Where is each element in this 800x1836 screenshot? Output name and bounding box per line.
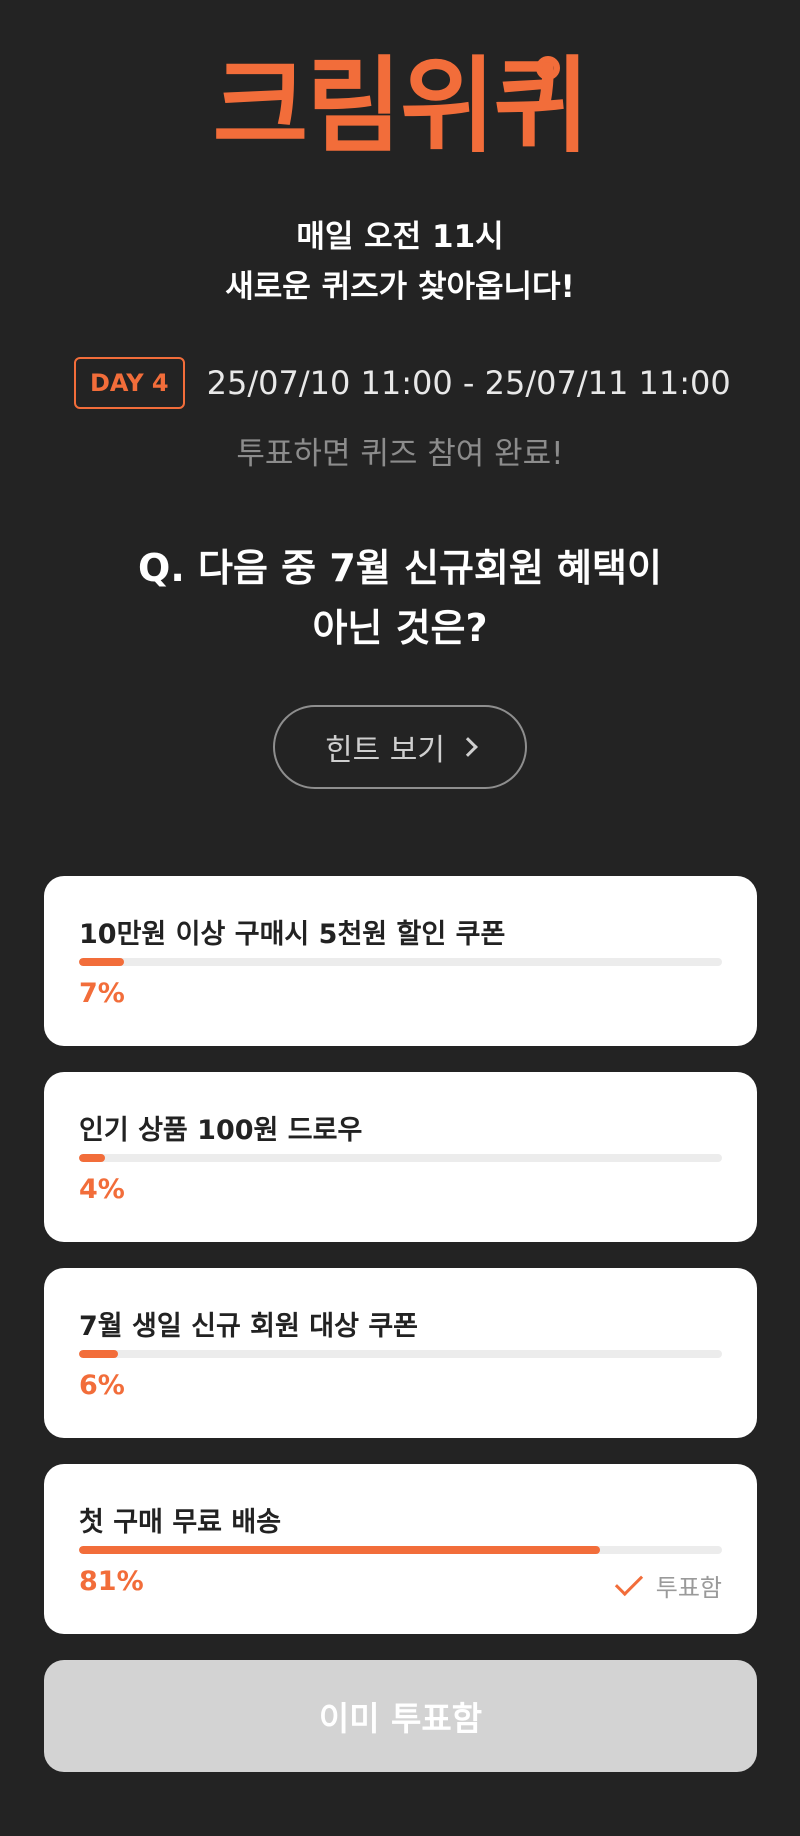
chevron-right-icon — [458, 737, 478, 757]
intro-text: 매일 오전 11시 새로운 퀴즈가 찾아옵니다! — [0, 212, 800, 312]
option-card-3[interactable]: 7월 생일 신규 회원 대상 쿠폰 6% — [44, 1268, 757, 1438]
option-card-2[interactable]: 인기 상품 100원 드로우 4% — [44, 1072, 757, 1242]
option-label: 10만원 이상 구매시 5천원 할인 쿠폰 — [79, 919, 506, 950]
option-card-1[interactable]: 10만원 이상 구매시 5천원 할인 쿠폰 7% — [44, 876, 757, 1046]
option-progress-track — [79, 958, 722, 966]
intro-line-2: 새로운 퀴즈가 찾아옵니다! — [225, 269, 575, 305]
already-voted-button[interactable]: 이미 투표함 — [44, 1660, 757, 1772]
question-line-2: 아닌 것은? — [312, 606, 488, 650]
intro-line-1: 매일 오전 11시 — [296, 219, 504, 255]
option-percent: 81% — [79, 1566, 144, 1597]
option-percent: 7% — [79, 978, 125, 1009]
option-progress-fill — [79, 1154, 105, 1162]
schedule-row: DAY 4 25/07/10 11:00 - 25/07/11 11:00 — [74, 356, 731, 410]
date-range: 25/07/10 11:00 - 25/07/11 11:00 — [206, 364, 731, 402]
voted-label: 투표함 — [655, 1574, 722, 1602]
hint-button-label: 힌트 보기 — [325, 733, 445, 768]
option-progress-fill — [79, 958, 124, 966]
option-percent: 6% — [79, 1370, 125, 1401]
option-label: 인기 상품 100원 드로우 — [79, 1115, 363, 1146]
option-progress-fill — [79, 1350, 118, 1358]
option-label: 7월 생일 신규 회원 대상 쿠폰 — [79, 1311, 419, 1342]
question-line-1: Q. 다음 중 7월 신규회원 혜택이 — [138, 546, 662, 590]
hint-button[interactable]: 힌트 보기 — [273, 705, 527, 789]
option-label: 첫 구매 무료 배송 — [79, 1507, 282, 1538]
option-card-4[interactable]: 첫 구매 무료 배송 81% 투표함 — [44, 1464, 757, 1634]
day-badge: DAY 4 — [74, 357, 185, 409]
vote-note: 투표하면 퀴즈 참여 완료! — [236, 436, 564, 472]
check-icon — [614, 1567, 643, 1596]
question-title: Q. 다음 중 7월 신규회원 혜택이 아닌 것은? — [0, 538, 800, 658]
option-progress-track — [79, 1546, 722, 1554]
option-percent: 4% — [79, 1174, 125, 1205]
option-progress-track — [79, 1154, 722, 1162]
option-progress-fill — [79, 1546, 600, 1554]
brand-logo: 크림위퀴 — [212, 45, 590, 167]
logo-dot-icon — [536, 56, 560, 80]
voted-indicator: 투표함 — [614, 1567, 722, 1603]
option-progress-track — [79, 1350, 722, 1358]
